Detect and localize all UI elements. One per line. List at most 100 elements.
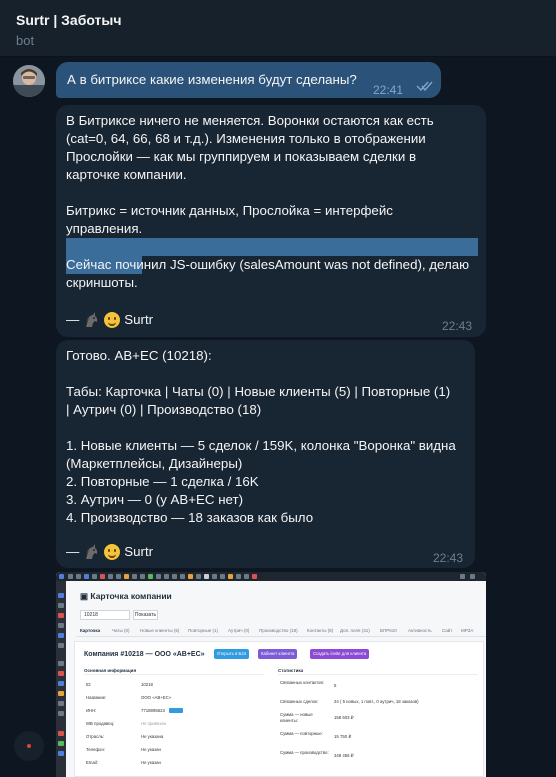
tab-extra-fields[interactable]: Доп. поля (31) — [340, 628, 370, 633]
tab-activity[interactable]: Активность — [408, 628, 432, 633]
message-line: 3. Аутрич — 0 (у АВ+ЕС нет) — [66, 492, 244, 507]
sidebar-icon — [58, 681, 64, 686]
tab-chats[interactable]: Чаты (0) — [112, 628, 129, 633]
toolbar-icon — [188, 574, 193, 579]
user-avatar[interactable] — [13, 65, 45, 97]
stat-value: 5 — [334, 683, 337, 688]
message-line: скриншоты. — [66, 275, 138, 290]
sidebar-icon — [58, 593, 64, 598]
incoming-message[interactable]: Готово. АВ+ЕС (10218): Табы: Карточка | … — [56, 340, 475, 568]
tab-site[interactable]: Сайт — [442, 628, 452, 633]
message-line: (cat=0, 64, 66, 68 и т.д.). Изменения то… — [66, 131, 426, 146]
sidebar-icon — [58, 741, 64, 746]
record-indicator[interactable] — [14, 731, 44, 761]
toolbar-icon — [460, 574, 465, 579]
tab-contacts[interactable]: Контакты (8) — [307, 628, 333, 633]
tab-new-clients[interactable]: Новые клиенты (5) — [140, 628, 179, 633]
company-card: Компания #10218 — ООО «АВ+ЕС» Открыть в … — [74, 641, 484, 777]
toolbar-icon — [156, 574, 161, 579]
sidebar-icon — [58, 691, 64, 696]
info-label: ИНН: — [86, 708, 97, 713]
toolbar-icon — [252, 574, 257, 579]
show-button[interactable]: Показать — [133, 610, 158, 620]
tab-mrza[interactable]: МРЗА — [461, 628, 473, 633]
message-line: | Аутрич (0) | Производство (18) — [66, 402, 262, 417]
toolbar-icon — [236, 574, 241, 579]
info-label: Email: — [86, 760, 98, 765]
screenshot-page: ▣ Карточка компании 10218 Показать Карто… — [66, 581, 486, 777]
info-label: WB продавец: — [86, 721, 115, 726]
message-line: управления. — [66, 221, 143, 236]
client-cabinet-button[interactable]: Кабинет клиента — [258, 649, 298, 659]
info-value: 10218 — [141, 682, 153, 687]
message-line: (Маркетплейсы, Дизайнеры) — [66, 456, 243, 471]
app-icon — [59, 574, 64, 579]
info-value: Не указана — [141, 734, 164, 739]
tab-production[interactable]: Производство (18) — [259, 628, 298, 633]
browser-toolbar — [56, 572, 486, 581]
info-value: Не привязан — [141, 721, 167, 726]
open-b24-button[interactable]: Открыть в Б24 — [214, 649, 250, 659]
tab-repeat[interactable]: Повторные (1) — [188, 628, 218, 633]
message-line: Табы: Карточка | Чаты (0) | Новые клиент… — [66, 384, 451, 399]
toolbar-icon — [108, 574, 113, 579]
message-line: Битрикс = источник данных, Прослойка = и… — [66, 203, 393, 218]
toolbar-icon — [172, 574, 177, 579]
create-invite-button[interactable]: Создать invite для клиента — [310, 649, 370, 659]
toolbar-icon — [470, 574, 475, 579]
tab-card[interactable]: Карточка — [80, 628, 100, 633]
screenshot-page-title: ▣ Карточка компании — [80, 591, 172, 601]
company-heading: Компания #10218 — ООО «АВ+ЕС» — [84, 651, 205, 658]
chat-header: Surtr | Заботыч bot — [0, 0, 556, 57]
message-line: Готово. АВ+ЕС (10218): — [66, 348, 212, 363]
message-signature: — Surtr — [66, 311, 153, 329]
sidebar-icon — [58, 623, 64, 628]
copy-badge[interactable] — [169, 708, 183, 713]
toolbar-icon — [100, 574, 105, 579]
sidebar-icon — [58, 661, 64, 666]
toolbar-icon — [132, 574, 137, 579]
stat-label: Связанных сделок: — [280, 699, 319, 704]
main-info-heading: Основная информация — [84, 668, 137, 673]
company-id-input[interactable]: 10218 — [80, 610, 130, 620]
message-line: В Битриксе ничего не меняется. Воронки о… — [66, 113, 434, 128]
unicorn-emoji-icon — [86, 544, 98, 559]
info-value: ООО «АВ+ЕС» — [141, 695, 172, 700]
toolbar-icon — [164, 574, 169, 579]
smile-emoji-icon — [104, 312, 121, 328]
sidebar-icon — [58, 731, 64, 736]
incoming-message[interactable]: В Битриксе ничего не меняется. Воронки о… — [56, 105, 486, 337]
toolbar-icon — [124, 574, 129, 579]
chat-title[interactable]: Surtr | Заботыч — [16, 12, 122, 28]
smile-emoji-icon — [104, 544, 121, 560]
toolbar-icon — [76, 574, 81, 579]
toolbar-icon — [84, 574, 89, 579]
toolbar-icon — [92, 574, 97, 579]
info-label: Название: — [86, 695, 107, 700]
selected-text-highlight — [66, 238, 478, 256]
sidebar-icon — [58, 603, 64, 608]
toolbar-icon — [212, 574, 217, 579]
tab-outreach[interactable]: Аутрич (0) — [228, 628, 249, 633]
signature-name: Surtr — [124, 544, 154, 559]
message-list[interactable]: А в битриксе какие изменения будут сдела… — [0, 57, 556, 777]
message-text: А в битриксе какие изменения будут сдела… — [67, 72, 357, 87]
message-line: Прослойки — как мы группируем и показыва… — [66, 149, 417, 164]
outgoing-message[interactable]: А в битриксе какие изменения будут сдела… — [56, 62, 441, 98]
message-time: 22:43 — [433, 551, 464, 565]
toolbar-icon — [220, 574, 225, 579]
unicorn-emoji-icon — [86, 312, 98, 327]
toolbar-icon — [244, 574, 249, 579]
info-label: Телефон: — [86, 747, 106, 752]
message-line: карточке компании. — [66, 167, 187, 182]
sidebar-icon — [58, 751, 64, 756]
screenshot-tabs: Карточка Чаты (0) Новые клиенты (5) Повт… — [76, 625, 486, 637]
info-value: 7718895623 — [141, 708, 165, 713]
message-time: 22:41 — [373, 83, 404, 97]
stat-value: 348 455 ₽ — [334, 753, 354, 758]
info-label: Отрасль: — [86, 734, 105, 739]
attached-screenshot[interactable]: ▣ Карточка компании 10218 Показать Карто… — [56, 572, 486, 777]
tab-bpr[interactable]: БПР610 — [380, 628, 397, 633]
stats-heading: Статистика — [278, 668, 304, 673]
sidebar-icon — [58, 671, 64, 676]
